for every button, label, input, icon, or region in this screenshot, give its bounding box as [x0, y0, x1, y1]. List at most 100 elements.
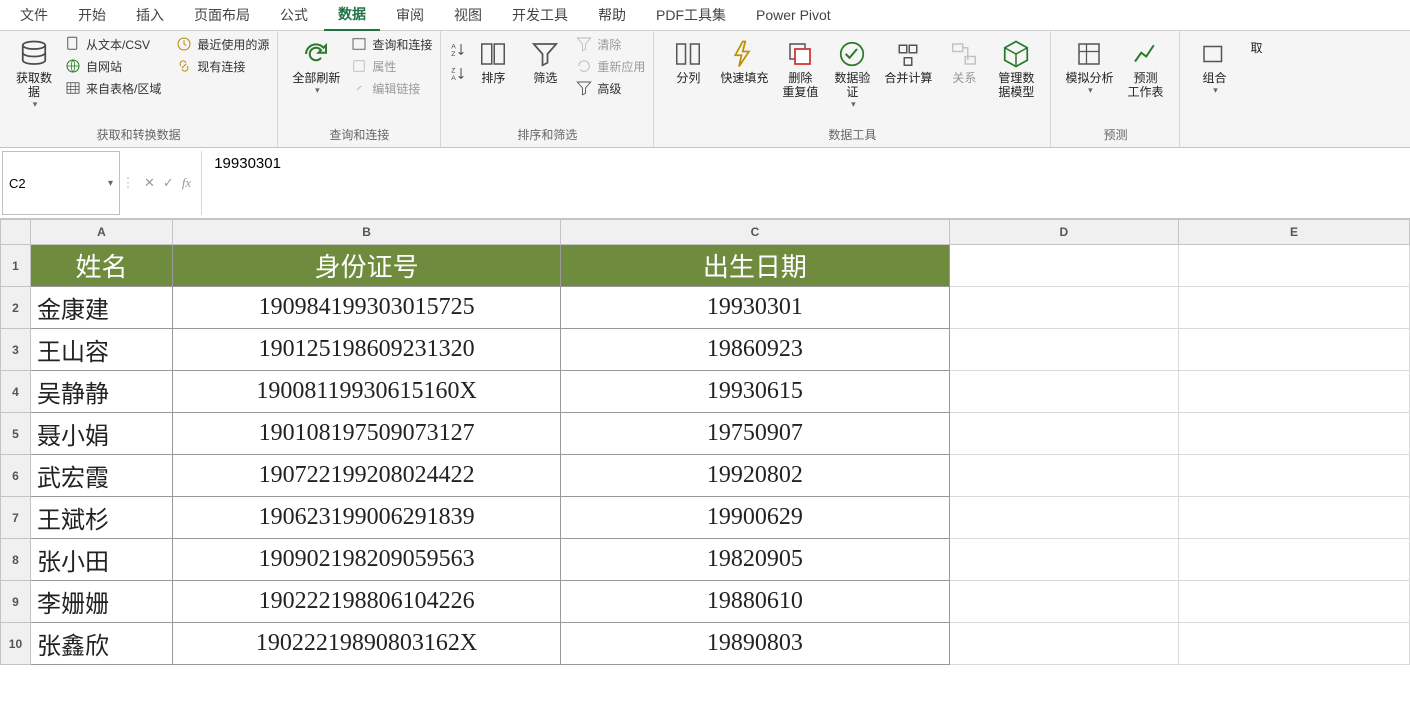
recent-sources-button[interactable]: 最近使用的源 [175, 35, 269, 53]
row-header[interactable]: 7 [1, 497, 31, 539]
properties-button[interactable]: 属性 [350, 57, 432, 75]
cell[interactable] [949, 455, 1178, 497]
cell[interactable] [949, 581, 1178, 623]
cell[interactable] [949, 497, 1178, 539]
cell[interactable]: 姓名 [30, 245, 172, 287]
row-header[interactable]: 5 [1, 413, 31, 455]
cell[interactable] [949, 245, 1178, 287]
sort-asc-icon[interactable]: AZ [449, 41, 467, 59]
cell[interactable] [1178, 623, 1409, 665]
cell[interactable]: 王山容 [30, 329, 172, 371]
cell[interactable]: 19880610 [561, 581, 949, 623]
cell[interactable] [1178, 539, 1409, 581]
cell[interactable]: 19820905 [561, 539, 949, 581]
existing-connections-button[interactable]: 现有连接 [175, 57, 269, 75]
cell[interactable]: 王斌杉 [30, 497, 172, 539]
col-header-B[interactable]: B [173, 220, 561, 245]
cell[interactable] [949, 287, 1178, 329]
tab-review[interactable]: 审阅 [382, 0, 438, 30]
edit-links-button[interactable]: 编辑链接 [350, 79, 432, 97]
cell[interactable]: 190222198806104226 [173, 581, 561, 623]
cell[interactable] [1178, 287, 1409, 329]
filter-button[interactable]: 筛选 [519, 35, 571, 89]
cell[interactable]: 190108197509073127 [173, 413, 561, 455]
data-model-button[interactable]: 管理数 据模型 [990, 35, 1042, 103]
cancel-formula-button[interactable]: ✕ [144, 175, 155, 191]
cell[interactable]: 张小田 [30, 539, 172, 581]
remove-duplicates-button[interactable]: 删除 重复值 [774, 35, 826, 103]
cell[interactable] [949, 539, 1178, 581]
cell[interactable]: 190125198609231320 [173, 329, 561, 371]
cell[interactable]: 19920802 [561, 455, 949, 497]
cell[interactable] [1178, 413, 1409, 455]
row-header[interactable]: 9 [1, 581, 31, 623]
from-web-button[interactable]: 自网站 [64, 57, 161, 75]
row-header[interactable]: 4 [1, 371, 31, 413]
cell[interactable]: 武宏霞 [30, 455, 172, 497]
sort-desc-icon[interactable]: ZA [449, 65, 467, 83]
cell[interactable]: 身份证号 [173, 245, 561, 287]
name-box[interactable]: ▾ [2, 151, 120, 215]
queries-connections-button[interactable]: 查询和连接 [350, 35, 432, 53]
cell[interactable]: 19008119930615160X [173, 371, 561, 413]
col-header-D[interactable]: D [949, 220, 1178, 245]
cell[interactable] [949, 371, 1178, 413]
clear-filter-button[interactable]: 清除 [575, 35, 645, 53]
row-header[interactable]: 2 [1, 287, 31, 329]
row-header[interactable]: 6 [1, 455, 31, 497]
text-to-columns-button[interactable]: 分列 [662, 35, 714, 89]
refresh-all-button[interactable]: 全部刷新▾ [286, 35, 346, 100]
tab-developer[interactable]: 开发工具 [498, 0, 582, 30]
cell[interactable]: 190902198209059563 [173, 539, 561, 581]
cell[interactable]: 19750907 [561, 413, 949, 455]
col-header-C[interactable]: C [561, 220, 949, 245]
row-header[interactable]: 10 [1, 623, 31, 665]
ungroup-button[interactable]: 取 [1240, 35, 1272, 59]
cell[interactable]: 190722199208024422 [173, 455, 561, 497]
cell[interactable] [1178, 497, 1409, 539]
cell[interactable]: 19900629 [561, 497, 949, 539]
cell[interactable]: 吴静静 [30, 371, 172, 413]
cell[interactable] [949, 329, 1178, 371]
forecast-sheet-button[interactable]: 预测 工作表 [1119, 35, 1171, 103]
name-box-input[interactable] [3, 173, 102, 193]
cell[interactable] [949, 413, 1178, 455]
tab-file[interactable]: 文件 [6, 0, 62, 30]
tab-home[interactable]: 开始 [64, 0, 120, 30]
from-text-csv-button[interactable]: 从文本/CSV [64, 35, 161, 53]
select-all-corner[interactable] [1, 220, 31, 245]
cell[interactable]: 李姗姗 [30, 581, 172, 623]
insert-function-button[interactable]: fx [182, 175, 191, 191]
tab-power-pivot[interactable]: Power Pivot [742, 0, 845, 30]
cell[interactable] [1178, 245, 1409, 287]
tab-help[interactable]: 帮助 [584, 0, 640, 30]
cell[interactable]: 19930301 [561, 287, 949, 329]
from-table-range-button[interactable]: 来自表格/区域 [64, 79, 161, 97]
cell[interactable]: 出生日期 [561, 245, 949, 287]
cell[interactable]: 19860923 [561, 329, 949, 371]
cell[interactable]: 金康建 [30, 287, 172, 329]
tab-page-layout[interactable]: 页面布局 [180, 0, 264, 30]
tab-view[interactable]: 视图 [440, 0, 496, 30]
group-button[interactable]: 组合▾ [1188, 35, 1240, 100]
row-header[interactable]: 1 [1, 245, 31, 287]
tab-formulas[interactable]: 公式 [266, 0, 322, 30]
relationships-button[interactable]: 关系 [938, 35, 990, 89]
tab-data[interactable]: 数据 [324, 0, 380, 32]
get-data-button[interactable]: 获取数 据▾ [8, 35, 60, 114]
cell[interactable] [1178, 581, 1409, 623]
row-header[interactable]: 8 [1, 539, 31, 581]
tab-insert[interactable]: 插入 [122, 0, 178, 30]
col-header-E[interactable]: E [1178, 220, 1409, 245]
cell[interactable]: 19890803 [561, 623, 949, 665]
advanced-filter-button[interactable]: 高级 [575, 79, 645, 97]
enter-formula-button[interactable]: ✓ [163, 175, 174, 191]
cell[interactable]: 张鑫欣 [30, 623, 172, 665]
reapply-button[interactable]: 重新应用 [575, 57, 645, 75]
cell[interactable]: 19022219890803162X [173, 623, 561, 665]
cell[interactable] [1178, 329, 1409, 371]
col-header-A[interactable]: A [30, 220, 172, 245]
cell[interactable] [949, 623, 1178, 665]
flash-fill-button[interactable]: 快速填充 [714, 35, 774, 89]
formula-input[interactable] [202, 151, 1410, 176]
